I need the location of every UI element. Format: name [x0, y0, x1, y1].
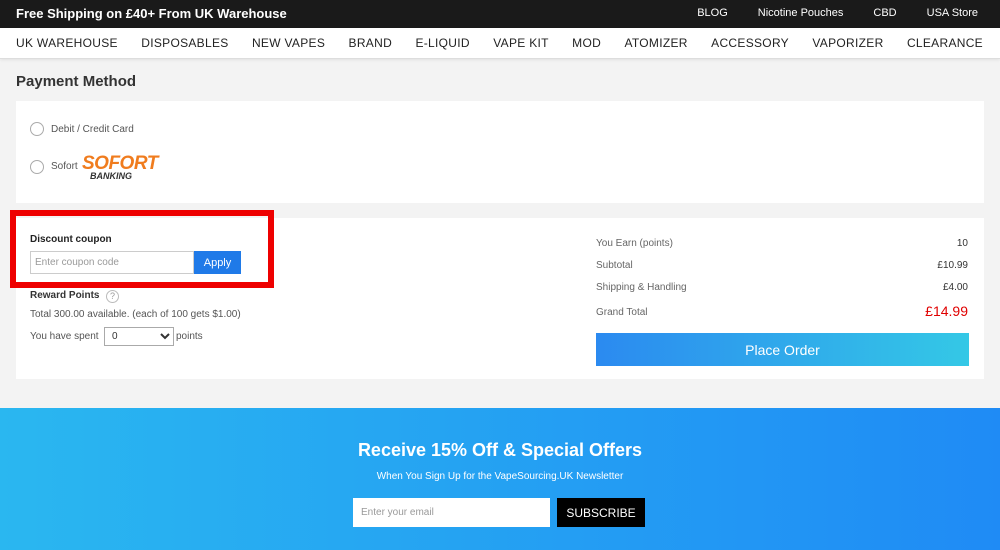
subscribe-button[interactable]: SUBSCRIBE: [557, 498, 645, 527]
top-bar: Free Shipping on £40+ From UK Warehouse …: [0, 0, 1000, 28]
shipping-label: Shipping & Handling: [596, 282, 687, 293]
newsletter-subtitle: When You Sign Up for the VapeSourcing.UK…: [376, 471, 624, 482]
grand-total-value: £14.99: [925, 303, 968, 319]
nav-item-clearance[interactable]: CLEARANCE: [907, 36, 983, 50]
payment-method-title: Payment Method: [16, 73, 137, 90]
free-shipping-promo: Free Shipping on £40+ From UK Warehouse: [16, 6, 287, 21]
subtotal-value: £10.99: [937, 260, 968, 271]
nav-item-accessory[interactable]: ACCESSORY: [711, 36, 789, 50]
payment-options-panel: Debit / Credit Card Sofort SOFORT BANKIN…: [16, 101, 984, 203]
radio-debit-credit-card[interactable]: [30, 122, 44, 136]
earn-points-label: You Earn (points): [596, 238, 673, 249]
coupon-highlight-box: [10, 210, 274, 288]
points-spent-label: You have spent: [30, 331, 99, 342]
top-link-nicotine-pouches[interactable]: Nicotine Pouches: [758, 7, 844, 19]
earn-points-value: 10: [956, 238, 968, 249]
top-links: BLOG Nicotine Pouches CBD USA Store: [697, 7, 978, 19]
main-nav: UK WAREHOUSE DISPOSABLES NEW VAPES BRAND…: [0, 28, 1000, 59]
nav-item-vape-kit[interactable]: VAPE KIT: [493, 36, 549, 50]
reward-points-label: Reward Points: [30, 290, 100, 301]
points-suffix-label: points: [176, 331, 203, 342]
nav-item-disposables[interactable]: DISPOSABLES: [141, 36, 228, 50]
newsletter-email-input[interactable]: [353, 498, 550, 527]
shipping-value: £4.00: [942, 282, 968, 293]
grand-total-label: Grand Total: [596, 307, 648, 318]
nav-item-vaporizer[interactable]: VAPORIZER: [812, 36, 883, 50]
apply-coupon-button[interactable]: Apply: [194, 251, 241, 274]
sofort-banking-logo: SOFORT BANKING: [82, 154, 164, 181]
label-debit-credit-card: Debit / Credit Card: [51, 124, 134, 135]
nav-item-atomizer[interactable]: ATOMIZER: [624, 36, 687, 50]
reward-points-total: Total 300.00 available. (each of 100 get…: [30, 309, 241, 320]
nav-item-mod[interactable]: MOD: [572, 36, 601, 50]
coupon-code-input[interactable]: [30, 251, 194, 274]
discount-coupon-label: Discount coupon: [30, 234, 112, 245]
place-order-button[interactable]: Place Order: [596, 333, 969, 366]
sofort-logo-sub: BANKING: [90, 171, 132, 181]
radio-sofort[interactable]: [30, 160, 44, 174]
top-link-blog[interactable]: BLOG: [697, 7, 728, 19]
nav-item-new-vapes[interactable]: NEW VAPES: [252, 36, 325, 50]
subtotal-label: Subtotal: [596, 260, 633, 271]
top-link-usa-store[interactable]: USA Store: [927, 7, 978, 19]
help-icon[interactable]: ?: [106, 290, 119, 303]
nav-item-e-liquid[interactable]: E-LIQUID: [415, 36, 469, 50]
nav-item-uk-warehouse[interactable]: UK WAREHOUSE: [16, 36, 118, 50]
top-link-cbd[interactable]: CBD: [873, 7, 896, 19]
newsletter-title: Receive 15% Off & Special Offers: [357, 440, 643, 460]
label-sofort: Sofort: [51, 161, 78, 172]
points-spent-select[interactable]: 0: [104, 327, 174, 346]
nav-item-brand[interactable]: BRAND: [349, 36, 393, 50]
newsletter-banner: Receive 15% Off & Special Offers When Yo…: [0, 408, 1000, 550]
